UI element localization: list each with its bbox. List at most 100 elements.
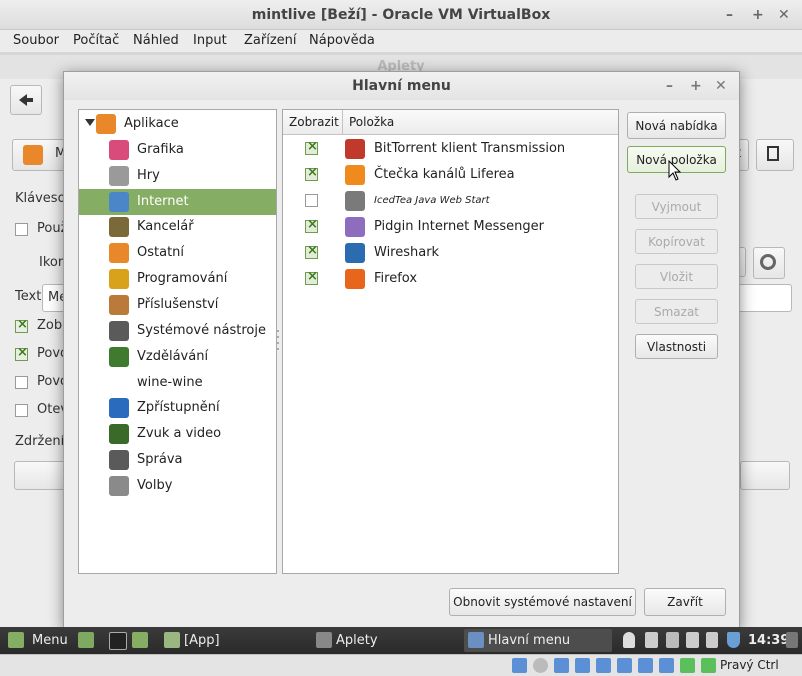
item-visible-checkbox[interactable] — [305, 194, 318, 207]
dialog-close-button[interactable]: ✕ — [715, 72, 727, 100]
category-item[interactable]: Systémové nástroje — [79, 318, 276, 344]
vbox-maximize-button[interactable]: + — [752, 0, 764, 30]
optical-drive-icon[interactable] — [533, 658, 548, 673]
usb-icon[interactable] — [596, 658, 611, 673]
menu-input[interactable]: Input — [193, 33, 227, 48]
applets-wide-button-left[interactable] — [14, 461, 66, 490]
taskbar-window-app[interactable]: [App] — [160, 629, 308, 652]
category-item[interactable]: Programování — [79, 266, 276, 292]
volume-icon[interactable] — [686, 632, 699, 648]
files-icon[interactable] — [132, 632, 148, 648]
mint-logo-icon[interactable] — [8, 632, 24, 648]
cut-button[interactable]: Vyjmout — [635, 194, 718, 219]
show-checkbox[interactable] — [15, 317, 28, 333]
show-desktop-icon[interactable] — [78, 632, 94, 648]
category-label: Příslušenství — [137, 296, 219, 312]
hdd-icon[interactable] — [512, 658, 527, 673]
category-label: Internet — [137, 193, 189, 209]
item-row[interactable]: IcedTea Java Web Start — [283, 188, 618, 214]
network-adapter-icon[interactable] — [575, 658, 590, 673]
dialog-minimize-button[interactable]: – — [666, 72, 673, 100]
use-checkbox[interactable] — [15, 223, 28, 236]
taskbar-window-applets[interactable]: Aplety — [312, 629, 460, 652]
vbox-minimize-button[interactable]: – — [726, 0, 733, 30]
mouse-integration-icon[interactable] — [701, 658, 716, 673]
host-key-label: Pravý Ctrl — [720, 658, 779, 672]
item-visible-checkbox[interactable] — [305, 139, 318, 155]
category-item[interactable]: Aplikace — [79, 111, 276, 137]
menu-soubor[interactable]: Soubor — [13, 33, 59, 48]
properties-button[interactable]: Vlastnosti — [635, 334, 718, 359]
allow-checkbox-2[interactable] — [15, 376, 28, 389]
user-icon[interactable] — [623, 632, 635, 648]
video-capture-icon[interactable] — [659, 658, 674, 673]
applets-back-button[interactable] — [10, 85, 42, 115]
internet-icon — [109, 191, 129, 212]
item-visible-checkbox[interactable] — [305, 165, 318, 181]
network-icon[interactable] — [666, 632, 679, 648]
menu-napoveda[interactable]: Nápověda — [309, 33, 375, 48]
category-item[interactable]: Volby — [79, 473, 276, 499]
shield-icon[interactable] — [727, 632, 740, 648]
applets-wide-button-right[interactable] — [740, 461, 790, 490]
item-label: Čtečka kanálů Liferea — [374, 167, 515, 182]
menu-pocitac[interactable]: Počítač — [73, 33, 119, 48]
taskbar-window-main-menu[interactable]: Hlavní menu — [464, 629, 612, 652]
category-item[interactable]: Vzdělávání — [79, 344, 276, 370]
item-row[interactable]: Pidgin Internet Messenger — [283, 214, 618, 240]
item-row[interactable]: BitTorrent klient Transmission — [283, 136, 618, 162]
expander-arrow-icon[interactable] — [85, 119, 95, 126]
category-item[interactable]: Internet — [79, 188, 276, 215]
battery-icon[interactable] — [706, 632, 718, 648]
dialog-maximize-button[interactable]: + — [690, 72, 702, 100]
item-row[interactable]: Wireshark — [283, 240, 618, 266]
applications-icon — [96, 114, 116, 134]
update-icon[interactable] — [645, 632, 658, 648]
notification-icon[interactable] — [786, 632, 798, 648]
open-checkbox[interactable] — [15, 404, 28, 417]
pane-splitter[interactable] — [275, 328, 281, 358]
item-visible-checkbox[interactable] — [305, 243, 318, 259]
shared-folders-icon[interactable] — [617, 658, 632, 673]
allow-checkbox-1[interactable] — [15, 345, 28, 361]
item-visible-checkbox[interactable] — [305, 217, 318, 233]
items-header: Zobrazit Položka — [283, 110, 618, 135]
settings-button[interactable] — [753, 247, 785, 279]
restore-defaults-button[interactable]: Obnovit systémové nastavení — [449, 588, 636, 616]
category-item[interactable]: Zvuk a video — [79, 421, 276, 447]
category-item[interactable]: Hry — [79, 163, 276, 189]
category-item[interactable]: Správa — [79, 447, 276, 473]
item-row[interactable]: Čtečka kanálů Liferea — [283, 162, 618, 188]
category-item[interactable]: Ostatní — [79, 240, 276, 266]
clock[interactable]: 14:39 — [748, 633, 789, 648]
category-item[interactable]: Příslušenství — [79, 292, 276, 318]
copy-button[interactable]: Kopírovat — [635, 229, 718, 254]
menu-zarizeni[interactable]: Zařízení — [244, 33, 297, 48]
applets-menu-tab[interactable]: M — [12, 139, 70, 171]
category-label: Systémové nástroje — [137, 322, 266, 338]
column-show[interactable]: Zobrazit — [289, 110, 339, 134]
virtualization-icon[interactable] — [680, 658, 695, 673]
graphics-icon — [109, 139, 129, 160]
column-item[interactable]: Položka — [349, 110, 394, 134]
category-item[interactable]: Kancelář — [79, 214, 276, 240]
item-visible-checkbox[interactable] — [305, 269, 318, 285]
audio-icon[interactable] — [554, 658, 569, 673]
applets-download-button[interactable] — [756, 139, 794, 171]
close-button[interactable]: Zavřít — [644, 588, 726, 616]
category-item[interactable]: Zpřístupnění — [79, 395, 276, 421]
new-menu-button[interactable]: Nová nabídka — [627, 112, 726, 139]
vbox-titlebar: mintlive [Beží] - Oracle VM VirtualBox –… — [0, 0, 802, 30]
terminal-icon[interactable] — [109, 632, 127, 650]
category-item[interactable]: wine-wine — [79, 370, 276, 396]
delete-button[interactable]: Smazat — [635, 299, 718, 324]
display-icon[interactable] — [638, 658, 653, 673]
menu-nahled[interactable]: Náhled — [133, 33, 179, 48]
item-label: IcedTea Java Web Start — [374, 195, 490, 206]
category-item[interactable]: Grafika — [79, 137, 276, 163]
transmission-icon — [345, 139, 365, 159]
taskbar-menu[interactable]: Menu — [32, 633, 68, 648]
item-row[interactable]: Firefox — [283, 266, 618, 292]
vbox-close-button[interactable]: ✕ — [778, 0, 790, 30]
paste-button[interactable]: Vložit — [635, 264, 718, 289]
